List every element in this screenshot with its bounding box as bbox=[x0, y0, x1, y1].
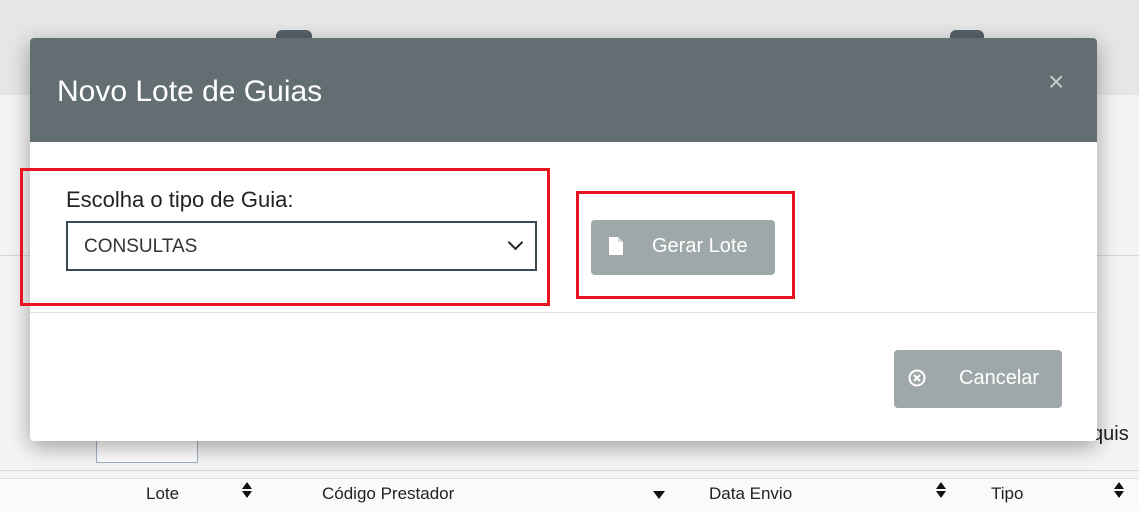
close-icon[interactable]: × bbox=[1048, 68, 1064, 96]
background-page-size-box bbox=[96, 440, 198, 463]
sort-icon[interactable] bbox=[242, 482, 252, 500]
guide-type-select[interactable]: CONSULTAS bbox=[66, 221, 537, 271]
sort-desc-icon[interactable] bbox=[653, 491, 665, 499]
chevron-down-icon bbox=[507, 234, 524, 251]
column-header-tipo[interactable]: Tipo bbox=[991, 484, 1023, 504]
sort-icon[interactable] bbox=[936, 482, 946, 500]
file-icon bbox=[609, 237, 623, 255]
sort-icon[interactable] bbox=[1114, 482, 1124, 500]
cancel-label: Cancelar bbox=[959, 367, 1040, 389]
background-partial-text: quis bbox=[1092, 423, 1129, 445]
modal-title: Novo Lote de Guias bbox=[57, 75, 323, 108]
modal-header: Novo Lote de Guias × bbox=[30, 38, 1097, 142]
cancel-button[interactable]: Cancelar bbox=[894, 350, 1062, 408]
background-divider bbox=[0, 470, 1139, 471]
column-header-lote[interactable]: Lote bbox=[146, 484, 179, 504]
x-circle-icon bbox=[908, 369, 926, 387]
guide-type-selected-value: CONSULTAS bbox=[84, 236, 198, 257]
modal-footer-divider bbox=[30, 312, 1097, 313]
generate-batch-button[interactable]: Gerar Lote bbox=[591, 220, 775, 275]
column-header-codigo-prestador[interactable]: Código Prestador bbox=[322, 484, 454, 504]
column-header-data-envio[interactable]: Data Envio bbox=[709, 484, 792, 504]
guide-type-label: Escolha o tipo de Guia: bbox=[66, 187, 294, 212]
generate-batch-label: Gerar Lote bbox=[652, 235, 748, 257]
